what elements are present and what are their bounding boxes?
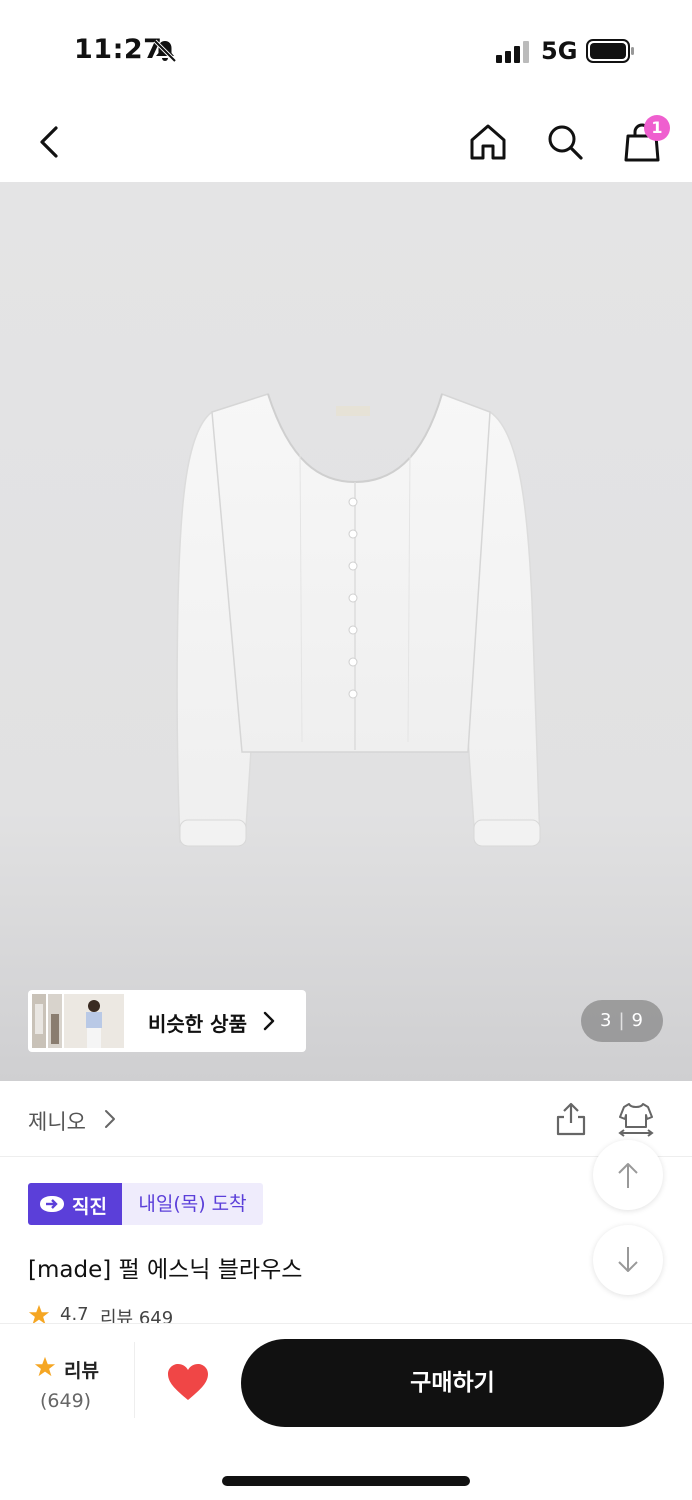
product-photo [176, 393, 541, 847]
brand-row: 제니오 [0, 1081, 692, 1157]
divider [134, 1342, 135, 1418]
fast-delivery-icon [40, 1196, 64, 1212]
network-label: 5G [541, 37, 578, 65]
status-time: 11:27 [74, 34, 163, 65]
page-total: 9 [631, 1010, 644, 1031]
heart-icon[interactable] [166, 1362, 210, 1402]
product-image-gallery[interactable]: 비슷한 상품 3 | 9 [0, 182, 692, 1081]
direct-delivery-tag: 직진 [28, 1183, 122, 1225]
review-label: 리뷰 [64, 1360, 99, 1382]
bell-slash-icon [153, 39, 177, 63]
page-current: 3 [600, 1010, 613, 1031]
image-page-counter: 3 | 9 [581, 1000, 663, 1042]
status-bar: 11:27 5G [0, 0, 692, 100]
similar-thumbnails [32, 994, 124, 1048]
scroll-down-button[interactable] [593, 1225, 663, 1295]
cart-count-badge: 1 [644, 115, 670, 141]
review-button[interactable]: 리뷰 (649) [28, 1354, 108, 1418]
page-separator: | [618, 1010, 626, 1031]
scroll-up-button[interactable] [593, 1140, 663, 1210]
rating-value: 4.7 [60, 1304, 89, 1324]
chevron-right-icon [263, 1011, 275, 1031]
arrow-up-icon [618, 1163, 638, 1188]
thumbnail-image [32, 994, 46, 1048]
direct-delivery-label: 직진 [72, 1196, 107, 1218]
thumbnail-image [48, 994, 62, 1048]
signal-icon [496, 41, 529, 63]
home-indicator [222, 1476, 470, 1486]
rating-review-count: 리뷰 649 [100, 1308, 174, 1324]
rating-row[interactable]: 4.7 리뷰 649 [28, 1302, 328, 1324]
thumbnail-image [64, 994, 124, 1048]
star-icon [28, 1304, 50, 1324]
size-guide-icon[interactable] [616, 1101, 656, 1137]
star-icon [34, 1356, 56, 1377]
similar-products-button[interactable]: 비슷한 상품 [28, 990, 306, 1052]
chevron-right-icon [105, 1110, 115, 1128]
battery-icon [586, 39, 634, 63]
search-icon[interactable] [543, 120, 587, 164]
delivery-date-tag: 내일(목) 도착 [122, 1183, 263, 1225]
brand-link[interactable]: 제니오 [28, 1106, 86, 1136]
similar-products-label: 비슷한 상품 [148, 1012, 247, 1036]
product-title: [made] 펄 에스닉 블라우스 [28, 1257, 303, 1283]
review-count: (649) [40, 1390, 92, 1412]
arrow-down-icon [618, 1247, 638, 1272]
back-icon[interactable] [28, 120, 72, 164]
bottom-action-bar: 리뷰 (649) 구매하기 [0, 1323, 692, 1500]
nav-bar [0, 100, 692, 182]
buy-button[interactable]: 구매하기 [241, 1339, 664, 1427]
share-icon[interactable] [554, 1101, 588, 1137]
home-icon[interactable] [466, 120, 510, 164]
